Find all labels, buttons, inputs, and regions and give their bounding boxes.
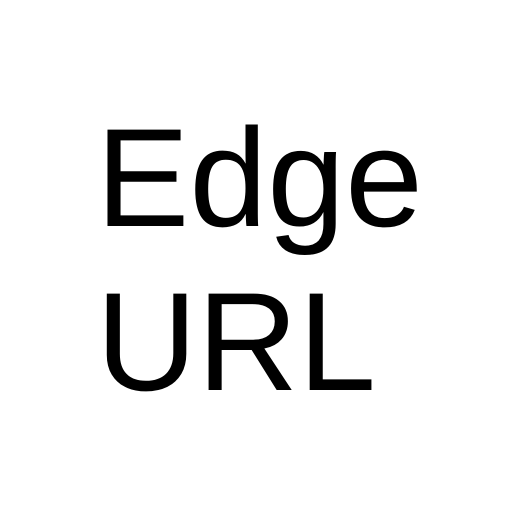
edge-url-icon: Edge URL	[0, 0, 512, 512]
icon-label-line-2: URL	[96, 263, 377, 420]
icon-label-line-1: Edge	[96, 99, 423, 256]
